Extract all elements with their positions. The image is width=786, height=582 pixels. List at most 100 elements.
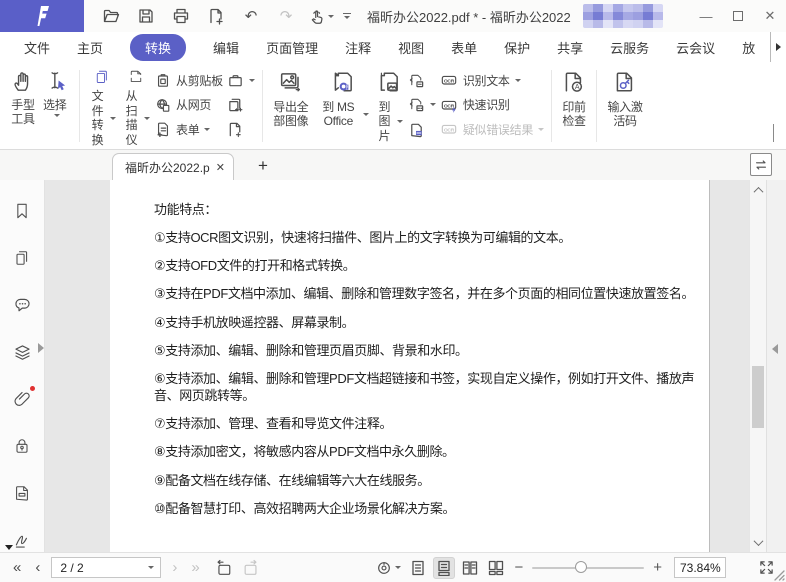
pdf-page[interactable]: 功能特点： ①支持OCR图文识别，快速将扫描件、图片上的文字转换为可编辑的文本。… [110,180,710,552]
foxit-logo[interactable] [0,0,84,32]
dropdown-arrow-icon[interactable] [148,566,155,569]
close-tab-icon[interactable]: ✕ [216,161,225,174]
from-clipboard-button[interactable]: 从剪贴板 [155,70,223,90]
right-panel-expand-handle[interactable] [772,344,778,354]
convert-option-1-button[interactable] [408,70,436,90]
redo-button[interactable]: ↷ [273,4,299,28]
minimize-button[interactable]: — [690,0,722,32]
tab-protect[interactable]: 保护 [504,38,530,57]
next-view-button[interactable] [239,557,263,579]
tab-form[interactable]: 表单 [451,38,477,57]
maximize-button[interactable] [722,0,754,32]
rotate-view-button[interactable] [371,557,405,579]
switch-tabs-button[interactable] [750,153,772,176]
portfolio-button[interactable] [227,70,255,90]
facing-continuous-view-button[interactable] [485,557,507,579]
tab-edit[interactable]: 编辑 [213,38,239,57]
previous-page-button[interactable]: ‹ [28,559,47,576]
tab-cloud-meeting[interactable]: 云会议 [676,38,715,57]
first-page-button[interactable]: « [6,559,28,576]
layers-panel-button[interactable] [9,341,35,363]
resize-grip[interactable] [773,569,785,581]
select-button[interactable]: 选择 [40,65,74,147]
to-image-button[interactable]: 到图片 [372,65,406,147]
page-thumbnails-panel-button[interactable] [9,247,35,269]
page-number-box[interactable] [51,557,162,578]
zoom-slider-knob[interactable] [574,561,587,573]
continuous-view-button[interactable] [433,556,456,579]
print-button[interactable] [168,4,194,28]
form-button[interactable]: 表单 [155,119,223,139]
enter-activation-code-button[interactable]: 输入激活码 [602,65,648,147]
comments-panel-button[interactable] [9,294,35,316]
suspected-errors-label: 疑似错误结果 [462,122,534,137]
scroll-up-button[interactable] [750,182,766,198]
more-panels-button[interactable] [5,545,13,550]
tab-share[interactable]: 共享 [557,38,583,57]
create-from-group: 从剪贴板 从网页 表单 [153,65,225,147]
scrollbar-thumb[interactable] [752,366,764,428]
combine-files-button[interactable] [227,95,255,115]
tab-cloud-services[interactable]: 云服务 [610,38,649,57]
collapse-ribbon-button[interactable] [773,124,774,143]
document-line: ⑩配备智慧打印、高效招聘两大企业场景化解决方案。 [154,500,456,516]
zoom-value-input[interactable] [675,558,725,577]
facing-view-button[interactable] [459,557,481,579]
left-panel-expand-handle[interactable] [38,343,44,353]
hand-tool-button[interactable]: 手型工具 [6,65,40,147]
security-panel-button[interactable] [9,435,35,457]
bookmarks-panel-button[interactable] [9,200,35,222]
tab-comment[interactable]: 注释 [345,38,371,57]
preflight-button[interactable]: A 印前检查 [557,65,591,147]
export-all-images-button[interactable]: 导出全部图像 [268,65,314,147]
open-button[interactable] [98,4,124,28]
vertical-scrollbar[interactable] [749,180,766,552]
app-window: ↶ ↷ 福昕办公2022.pdf * - 福昕办公2022 — ✕ 文件 主页 … [0,0,786,582]
document-line: ④支持手机放映遥控器、屏幕录制。 [154,314,355,330]
page-number-input[interactable] [52,560,149,575]
document-tab[interactable]: 福昕办公2022.pdf * ✕ [112,153,234,180]
zoom-slider[interactable] [532,561,645,573]
document-canvas[interactable]: 功能特点： ①支持OCR图文识别，快速将扫描件、图片上的文字转换为可编辑的文本。… [45,180,749,552]
close-button[interactable]: ✕ [754,0,786,32]
bookmark-icon [17,203,27,219]
convert-option-2-button[interactable] [408,95,436,115]
convert-option-icon [409,98,424,112]
last-page-button[interactable]: » [184,559,206,576]
recognize-text-button[interactable]: OCR 识别文本 [440,70,544,90]
zoom-out-button[interactable]: − [509,559,528,576]
comment-bubble-icon [14,298,30,311]
next-page-button[interactable]: › [165,559,184,576]
globe-icon [157,98,170,112]
to-ms-office-button[interactable]: 到 MS Office [314,65,372,147]
new-tab-button[interactable]: + [258,156,268,176]
quick-recognize-button[interactable]: OCR 快速识别 [440,95,544,115]
single-page-view-button[interactable] [407,557,429,579]
scroll-down-button[interactable] [750,534,766,550]
suspected-errors-button[interactable]: OCR 疑似错误结果 [440,119,545,139]
tab-overflow-partial[interactable]: 放 [742,38,757,57]
tab-file[interactable]: 文件 [24,38,50,57]
from-web-button[interactable]: 从网页 [155,95,223,115]
tab-home[interactable]: 主页 [77,38,103,57]
tab-view[interactable]: 视图 [398,38,424,57]
save-button[interactable] [133,4,159,28]
tab-convert[interactable]: 转换 [130,33,187,61]
attachments-panel-button[interactable] [9,386,35,410]
zoom-in-button[interactable]: + [648,559,667,576]
customize-quick-access-button[interactable] [343,12,351,20]
convert-option-3-button[interactable] [408,119,436,139]
fields-panel-button[interactable] [9,482,35,504]
dropdown-arrow-icon [394,566,401,569]
document-line: ⑦支持添加、管理、查看和导览文件注释。 [154,416,393,432]
tab-page-management[interactable]: 页面管理 [266,38,318,57]
touch-mode-button[interactable] [308,4,334,28]
file-convert-button[interactable]: 文件转换 [85,65,119,147]
previous-view-button[interactable] [211,557,235,579]
zoom-value-box[interactable] [674,557,726,578]
page-plus-button[interactable] [203,4,229,28]
from-scanner-button[interactable]: 从扫描仪 [119,65,153,147]
tab-scroll-right-button[interactable] [770,32,786,62]
undo-button[interactable]: ↶ [238,4,264,28]
blank-page-button[interactable] [227,119,255,139]
